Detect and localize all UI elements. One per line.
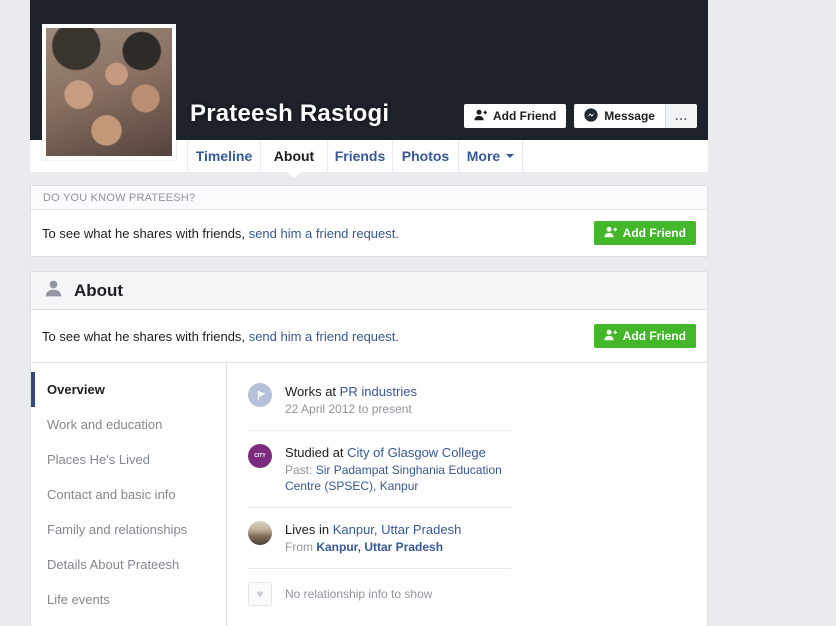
workplace-link[interactable]: PR industries <box>340 384 417 399</box>
friend-request-message: To see what he shares with friends, <box>42 225 246 241</box>
work-entry: Works at PR industries 22 April 2012 to … <box>248 383 511 431</box>
profile-picture-image <box>46 28 172 156</box>
college-link[interactable]: City of Glasgow College <box>347 445 486 460</box>
education-entry-text: Studied at City of Glasgow College Past:… <box>285 444 508 494</box>
do-you-know-header: DO YOU KNOW PRATEESH? <box>31 186 707 210</box>
lives-in-prefix: Lives in <box>285 522 333 537</box>
education-past-prefix: Past: <box>285 463 316 477</box>
add-friend-button-banner[interactable]: Add Friend <box>593 221 696 245</box>
add-friend-button-about[interactable]: Add Friend <box>593 324 696 348</box>
main-column: Prateesh Rastogi Add Friend Message ... … <box>30 0 708 626</box>
college-logo-icon: CITY <box>248 444 272 468</box>
tab-more[interactable]: More <box>458 140 523 172</box>
about-nav: Overview Work and education Places He's … <box>31 363 227 626</box>
profile-picture[interactable] <box>42 24 176 160</box>
tab-about-label: About <box>273 148 315 164</box>
nav-item-life-events[interactable]: Life events <box>31 582 226 617</box>
tab-about[interactable]: About <box>260 140 327 172</box>
about-columns: Overview Work and education Places He's … <box>31 363 707 626</box>
work-dates: 22 April 2012 to present <box>285 402 412 416</box>
message-label: Message <box>604 109 655 123</box>
friend-request-text: To see what he shares with friends, send… <box>42 226 399 241</box>
message-button[interactable]: Message <box>574 104 665 128</box>
ellipsis-icon: ... <box>674 109 688 123</box>
about-card: About To see what he shares with friends… <box>30 271 708 626</box>
tab-friends[interactable]: Friends <box>327 140 392 172</box>
friend-request-link[interactable]: send him a friend request. <box>249 329 399 344</box>
message-button-group: Message ... <box>574 104 697 128</box>
hometown-prefix: From <box>285 540 317 554</box>
add-friend-label: Add Friend <box>622 329 686 343</box>
nav-item-family-relationships[interactable]: Family and relationships <box>31 512 226 547</box>
city-photo-icon <box>248 521 272 545</box>
current-city-link[interactable]: Kanpur, Uttar Pradesh <box>333 522 462 537</box>
add-friend-button-cover[interactable]: Add Friend <box>463 104 567 128</box>
places-entry: Lives in Kanpur, Uttar Pradesh From Kanp… <box>248 508 511 569</box>
education-prefix: Studied at <box>285 445 348 460</box>
messenger-icon <box>584 107 598 125</box>
past-school-link[interactable]: Sir Padampat Singhania Education Centre … <box>285 463 502 493</box>
tab-more-label: More <box>466 148 501 164</box>
person-plus-icon <box>604 329 617 344</box>
caret-down-icon <box>506 154 515 158</box>
lives-in-title: Lives in Kanpur, Uttar Pradesh <box>285 521 461 538</box>
tab-photos-label: Photos <box>401 148 450 164</box>
add-friend-label: Add Friend <box>622 226 686 240</box>
friend-request-link[interactable]: send him a friend request. <box>249 226 399 241</box>
profile-header-card: Prateesh Rastogi Add Friend Message ... … <box>30 0 708 172</box>
about-title: About <box>74 280 124 300</box>
hometown-link[interactable]: Kanpur, Uttar Pradesh <box>316 540 443 554</box>
person-plus-icon <box>604 226 617 241</box>
nav-item-places-lived[interactable]: Places He's Lived <box>31 442 226 477</box>
do-you-know-body: To see what he shares with friends, send… <box>31 210 707 256</box>
about-section-header: About <box>31 272 707 310</box>
friend-request-message: To see what he shares with friends, <box>42 328 246 344</box>
flag-icon <box>248 383 272 407</box>
cover-action-buttons: Add Friend Message ... <box>463 104 697 128</box>
more-options-button[interactable]: ... <box>664 104 697 128</box>
do-you-know-card: DO YOU KNOW PRATEESH? To see what he sha… <box>30 185 708 257</box>
person-plus-icon <box>474 109 487 124</box>
profile-name: Prateesh Rastogi <box>190 100 390 127</box>
education-entry: CITY Studied at City of Glasgow College … <box>248 431 511 508</box>
tab-timeline-label: Timeline <box>195 148 253 164</box>
nav-item-work-education[interactable]: Work and education <box>31 407 226 442</box>
person-silhouette-icon <box>43 278 64 304</box>
nav-item-contact-basic-info[interactable]: Contact and basic info <box>31 477 226 512</box>
nav-item-details[interactable]: Details About Prateesh <box>31 547 226 582</box>
hometown-line: From Kanpur, Uttar Pradesh <box>285 539 461 555</box>
about-overview-content: Works at PR industries 22 April 2012 to … <box>227 363 707 626</box>
work-prefix: Works at <box>285 384 340 399</box>
relationship-entry: No relationship info to show <box>248 569 511 619</box>
work-title: Works at PR industries <box>285 383 417 400</box>
nav-item-overview[interactable]: Overview <box>31 372 226 407</box>
tab-photos[interactable]: Photos <box>392 140 458 172</box>
add-friend-label: Add Friend <box>492 109 557 123</box>
tab-timeline[interactable]: Timeline <box>187 140 260 172</box>
education-title: Studied at City of Glasgow College <box>285 444 508 461</box>
heart-icon <box>248 582 272 606</box>
education-past: Past: Sir Padampat Singhania Education C… <box>285 462 508 494</box>
tab-friends-label: Friends <box>334 148 386 164</box>
work-entry-text: Works at PR industries 22 April 2012 to … <box>285 383 417 417</box>
places-entry-text: Lives in Kanpur, Uttar Pradesh From Kanp… <box>285 521 461 555</box>
friend-request-text: To see what he shares with friends, send… <box>42 329 399 344</box>
relationship-text: No relationship info to show <box>285 587 433 601</box>
about-friend-request-row: To see what he shares with friends, send… <box>31 310 707 363</box>
